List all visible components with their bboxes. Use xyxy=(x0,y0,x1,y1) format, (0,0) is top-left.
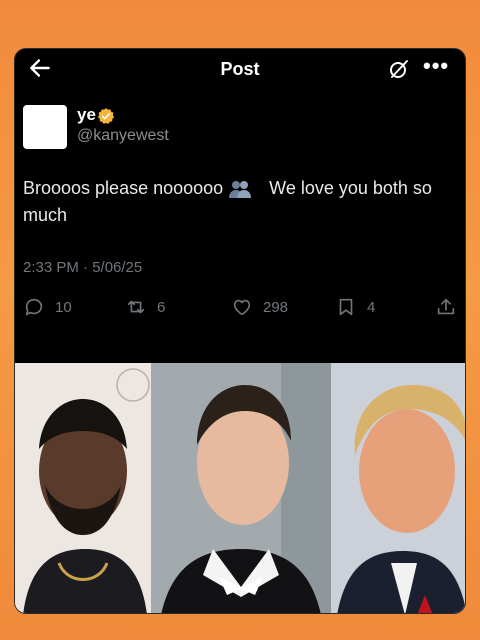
post-card: Post ••• ye @kanyewest Broooos please no… xyxy=(14,48,466,614)
author-display-name[interactable]: ye xyxy=(77,105,96,125)
reply-button[interactable]: 10 xyxy=(23,293,72,321)
action-bar: 10 6 298 4 xyxy=(15,293,465,321)
like-count: 298 xyxy=(263,298,289,316)
grok-button[interactable] xyxy=(387,57,411,81)
photo-panel-right xyxy=(331,363,465,613)
avatar[interactable] xyxy=(23,105,67,149)
tweet-text-part-1: Broooos please noooooo xyxy=(23,178,224,198)
portrait-middle xyxy=(151,363,331,613)
like-button[interactable]: 298 xyxy=(231,293,288,321)
bookmark-count: 4 xyxy=(367,298,376,316)
reply-icon xyxy=(25,298,43,316)
bookmark-button[interactable]: 4 xyxy=(335,293,375,321)
repost-count: 6 xyxy=(157,298,166,316)
reply-count: 10 xyxy=(55,298,72,316)
grok-icon xyxy=(390,60,408,78)
more-options-button[interactable]: ••• xyxy=(423,53,449,79)
bookmark-icon xyxy=(339,298,353,316)
portrait-left xyxy=(15,363,151,613)
repost-button[interactable]: 6 xyxy=(125,293,165,321)
busts-in-silhouette-icon xyxy=(227,178,253,200)
share-icon xyxy=(437,298,455,315)
attached-photo[interactable] xyxy=(15,363,465,613)
photo-panel-left xyxy=(15,363,151,613)
portrait-right xyxy=(331,363,465,613)
photo-panel-middle xyxy=(151,363,331,613)
author-handle[interactable]: @kanyewest xyxy=(77,127,169,145)
timestamp[interactable]: 2:33 PM · 5/06/25 xyxy=(23,259,142,276)
share-button[interactable] xyxy=(435,293,465,321)
top-bar: Post ••• xyxy=(15,49,465,87)
tweet-text: Broooos please noooooo We love you both … xyxy=(23,175,459,229)
repost-icon xyxy=(127,300,145,314)
heart-icon xyxy=(233,299,251,316)
verified-badge-icon xyxy=(97,108,115,124)
